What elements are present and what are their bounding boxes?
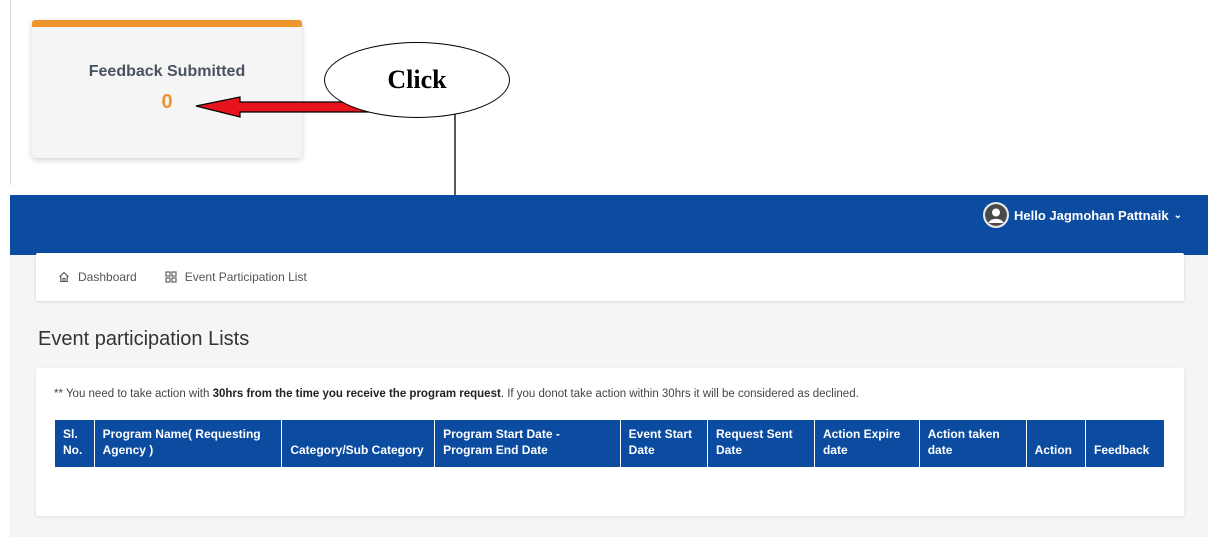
grid-icon xyxy=(165,271,177,283)
breadcrumb-label: Dashboard xyxy=(78,270,137,284)
user-menu[interactable]: Hello Jagmohan Pattnaik ⌄ xyxy=(983,202,1182,228)
col-feedback[interactable]: Feedback xyxy=(1085,420,1164,467)
chevron-down-icon: ⌄ xyxy=(1173,209,1182,221)
feedback-submitted-card[interactable]: Feedback Submitted 0 xyxy=(32,20,302,158)
breadcrumb-event-participation-list[interactable]: Event Participation List xyxy=(165,270,307,284)
page-title: Event participation Lists xyxy=(38,328,250,350)
col-category[interactable]: Category/Sub Category xyxy=(281,420,436,467)
col-action-taken-date[interactable]: Action taken date xyxy=(919,420,1027,467)
main-content: Dashboard Event Participation List Event… xyxy=(10,253,1208,537)
note-bold: 30hrs from the time you receive the prog… xyxy=(212,388,501,400)
click-callout-label: Click xyxy=(387,65,447,94)
note-prefix: ** You need to take action with xyxy=(54,388,213,400)
click-callout: Click xyxy=(324,42,510,118)
event-participation-table: Sl. No. Program Name( Requesting Agency … xyxy=(55,420,1164,467)
breadcrumb-dashboard[interactable]: Dashboard xyxy=(58,270,137,284)
breadcrumb-label: Event Participation List xyxy=(184,270,307,284)
col-sl-no[interactable]: Sl. No. xyxy=(55,420,95,467)
feedback-count[interactable]: 0 xyxy=(32,91,302,114)
breadcrumb: Dashboard Event Participation List xyxy=(36,253,1184,301)
col-program-name[interactable]: Program Name( Requesting Agency ) xyxy=(94,420,283,467)
table-header-row: Sl. No. Program Name( Requesting Agency … xyxy=(55,420,1164,467)
note-suffix: . If you donot take action within 30hrs … xyxy=(500,388,859,400)
action-note: ** You need to take action with 30hrs fr… xyxy=(54,388,859,400)
card-title: Feedback Submitted xyxy=(88,63,246,80)
user-greeting: Hello Jagmohan Pattnaik xyxy=(1014,207,1169,223)
event-list-panel: ** You need to take action with 30hrs fr… xyxy=(36,368,1184,516)
section-divider xyxy=(10,0,11,185)
col-program-dates[interactable]: Program Start Date - Program End Date xyxy=(434,420,621,467)
col-request-sent-date[interactable]: Request Sent Date xyxy=(707,420,815,467)
user-avatar-icon xyxy=(983,202,1010,228)
top-navbar: Hello Jagmohan Pattnaik ⌄ xyxy=(10,195,1208,255)
home-icon xyxy=(58,271,70,283)
col-action[interactable]: Action xyxy=(1026,420,1086,467)
col-action-expire-date[interactable]: Action Expire date xyxy=(814,420,920,467)
col-event-start-date[interactable]: Event Start Date xyxy=(620,420,708,467)
